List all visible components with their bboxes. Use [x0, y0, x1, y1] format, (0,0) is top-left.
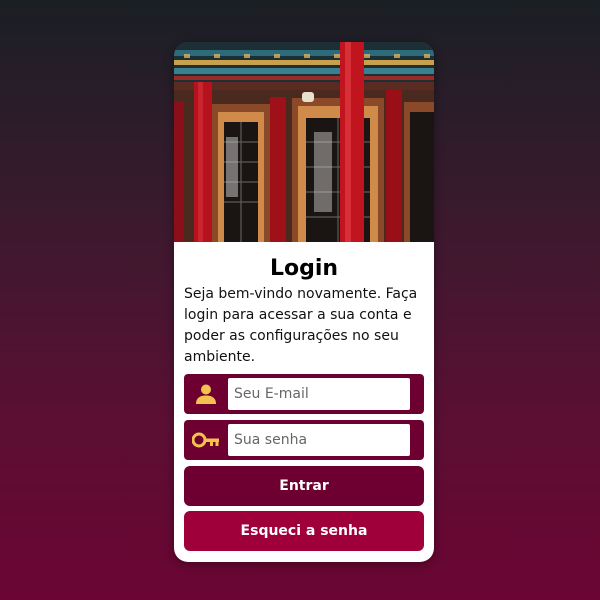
- page-title: Login: [269, 256, 339, 281]
- password-input[interactable]: [228, 424, 410, 456]
- email-field-group: [184, 374, 424, 414]
- login-form: Login Seja bem-vindo novamente. Faça log…: [184, 242, 424, 551]
- user-icon: [184, 374, 228, 414]
- login-card: Login Seja bem-vindo novamente. Faça log…: [174, 42, 434, 562]
- welcome-description: Seja bem-vindo novamente. Faça login par…: [184, 286, 418, 365]
- hero-image: [174, 42, 434, 242]
- password-field-group: [184, 420, 424, 460]
- forgot-password-button[interactable]: Esqueci a senha: [184, 511, 424, 551]
- key-icon: [184, 420, 228, 460]
- email-input[interactable]: [228, 378, 410, 410]
- temple-photo: [174, 42, 434, 242]
- login-button[interactable]: Entrar: [184, 466, 424, 506]
